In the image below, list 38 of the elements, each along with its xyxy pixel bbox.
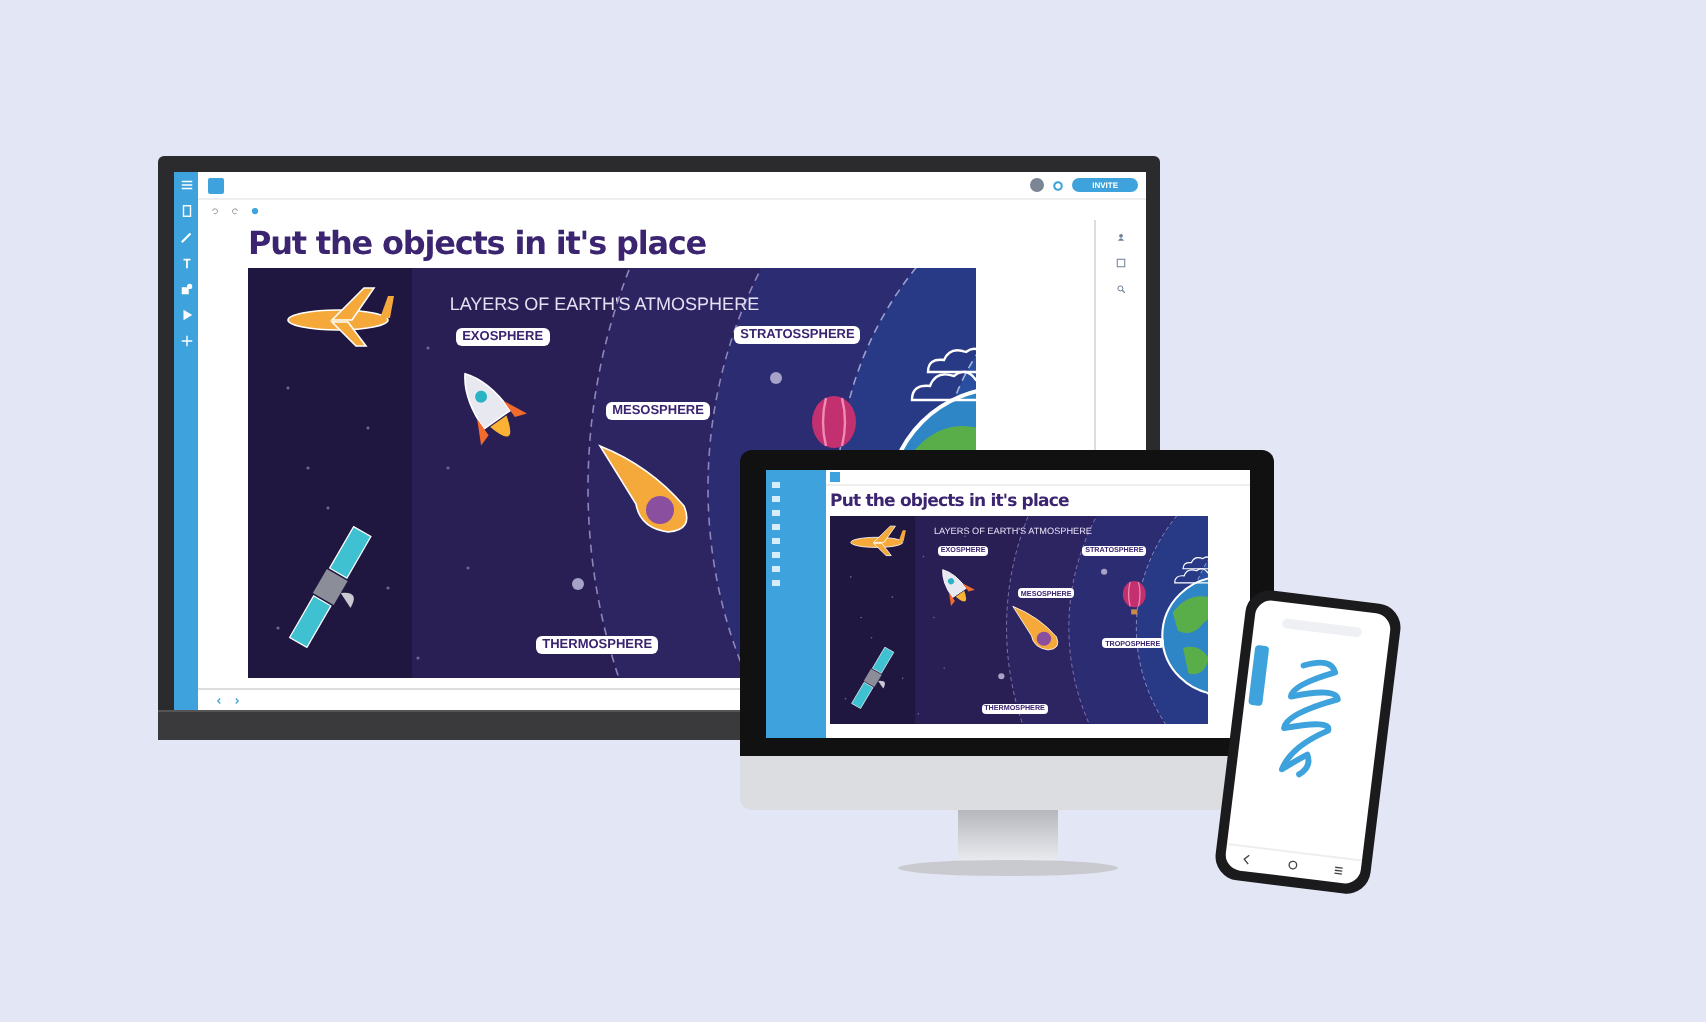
toolbar[interactable] <box>1248 644 1270 707</box>
rocket-icon <box>464 372 527 446</box>
undo-icon[interactable] <box>210 205 220 215</box>
airplane-icon <box>850 525 906 556</box>
person-icon[interactable] <box>1116 232 1126 242</box>
drop-target-dot[interactable] <box>572 578 584 590</box>
satellite-icon <box>851 646 895 709</box>
play-icon[interactable] <box>179 308 193 322</box>
cloud-icon <box>910 347 976 402</box>
page-icon[interactable] <box>179 204 193 218</box>
rocket-icon <box>942 569 975 607</box>
next-icon[interactable] <box>232 695 242 705</box>
hot-air-balloon-icon <box>1122 580 1146 615</box>
previous-icon[interactable] <box>214 695 224 705</box>
meteor-icon <box>599 445 688 533</box>
meteor-icon <box>1012 605 1059 651</box>
menu-icon[interactable] <box>1331 863 1345 878</box>
shapes-icon[interactable] <box>179 282 193 296</box>
grid-icon[interactable] <box>1116 258 1126 268</box>
app-logo <box>830 472 840 482</box>
airplane-icon <box>287 287 394 347</box>
page-title: Put the objects in it's place <box>830 492 1071 512</box>
stand-neck <box>957 810 1057 860</box>
page-title: Put the objects in it's place <box>248 224 709 262</box>
drop-target-dot[interactable] <box>1101 568 1108 575</box>
satellite-icon <box>288 525 372 649</box>
avatar-icon[interactable] <box>1030 178 1045 192</box>
app-logo <box>208 177 224 193</box>
redo-icon[interactable] <box>230 205 240 215</box>
slide-title: LAYERS OF EARTH'S ATMOSPHERE <box>449 294 760 315</box>
home-icon[interactable] <box>1286 858 1300 872</box>
cloud-icon <box>1174 556 1208 584</box>
text-tool-icon[interactable] <box>179 256 193 270</box>
drop-target-dot[interactable] <box>770 372 782 384</box>
drop-target-dot[interactable] <box>998 673 1005 680</box>
back-icon[interactable] <box>1241 852 1255 867</box>
pen-icon[interactable] <box>179 230 193 244</box>
search-icon[interactable] <box>1116 284 1126 294</box>
